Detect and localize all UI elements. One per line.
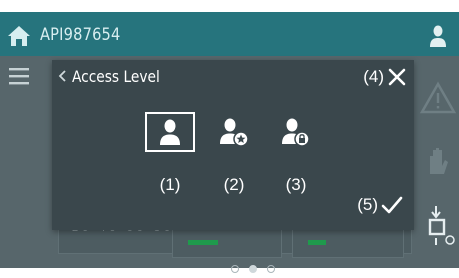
hand-icon: [430, 148, 448, 174]
close-marker: (4): [363, 67, 384, 86]
user-star-icon: [220, 118, 248, 147]
status-bar: [308, 240, 326, 245]
dialog-title: Access Level: [72, 67, 160, 86]
access-level-option-1[interactable]: (1): [142, 112, 198, 198]
user-button[interactable]: [429, 24, 447, 48]
access-level-option-3[interactable]: (3): [268, 112, 324, 198]
page-indicator: [226, 260, 280, 273]
top-bar: API987654: [0, 12, 459, 56]
page-dot-active[interactable]: [249, 265, 257, 273]
screen: API987654 20 40 60 80: [0, 0, 459, 273]
home-icon: [8, 26, 30, 46]
page-dot[interactable]: [267, 265, 275, 273]
access-level-1-button[interactable]: [145, 112, 195, 152]
close-button[interactable]: (4): [363, 62, 408, 92]
warning-icon: [419, 81, 457, 114]
side-panel: [410, 78, 459, 268]
check-icon: [381, 196, 403, 214]
user-icon: [160, 119, 180, 145]
access-level-3-button[interactable]: [271, 112, 321, 152]
unload-icon[interactable]: [418, 202, 458, 246]
user-icon: [430, 25, 446, 47]
confirm-marker: (5): [357, 195, 378, 214]
access-level-2-button[interactable]: [209, 112, 259, 152]
device-id-title: API987654: [40, 25, 121, 45]
access-level-option-2[interactable]: (2): [206, 112, 262, 198]
back-arrow-icon[interactable]: [58, 70, 68, 82]
user-lock-icon: [282, 118, 310, 147]
access-level-2-label: (2): [223, 175, 245, 194]
close-icon: [388, 68, 406, 86]
hamburger-icon: [9, 68, 29, 85]
home-button[interactable]: [6, 24, 32, 48]
access-level-3-label: (3): [285, 175, 307, 194]
access-level-dialog: Access Level (4) (1) (2) (3) (5): [52, 60, 414, 230]
status-bar: [188, 240, 218, 245]
menu-button[interactable]: [8, 66, 30, 86]
access-level-1-label: (1): [159, 175, 181, 194]
page-dot[interactable]: [231, 265, 239, 273]
confirm-button[interactable]: (5): [357, 190, 404, 220]
